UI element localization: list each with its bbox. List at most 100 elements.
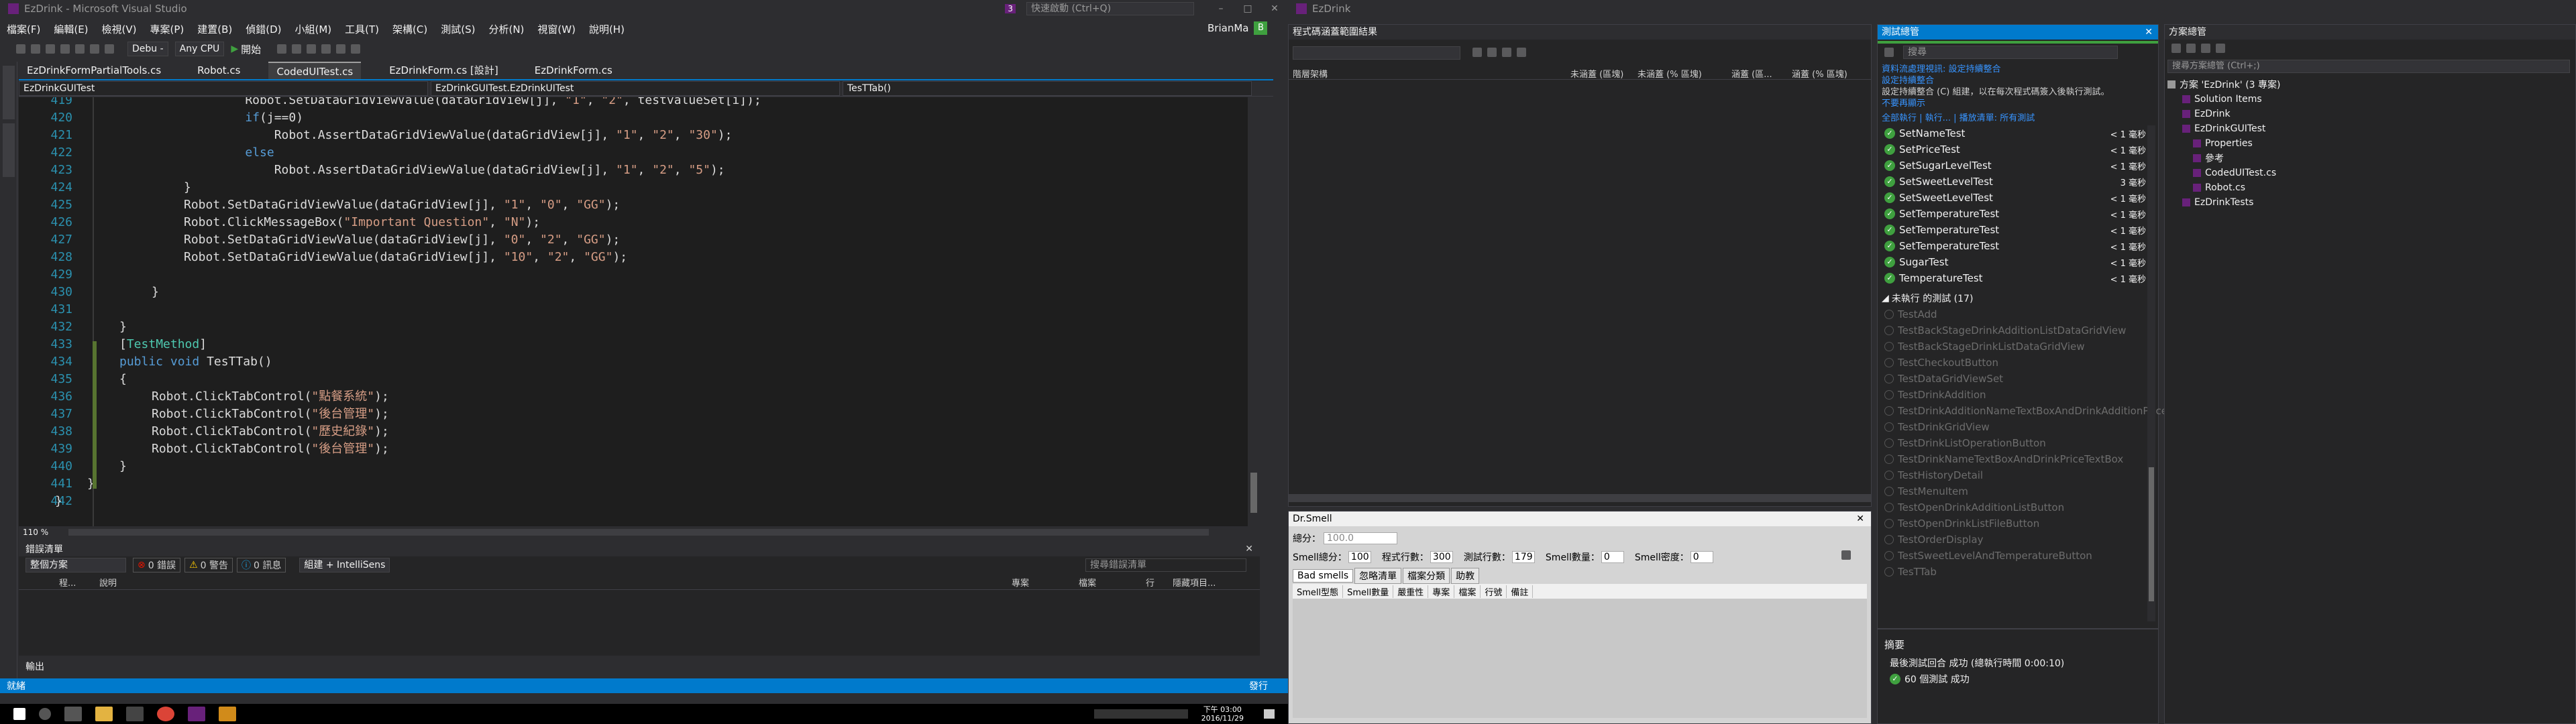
- code-line[interactable]: else: [216, 144, 274, 162]
- user-name[interactable]: BrianMa: [1208, 22, 1248, 34]
- smell-metric-value[interactable]: 0: [1601, 551, 1624, 563]
- doc-tab[interactable]: EzDrinkForm.cs [設計]: [381, 62, 506, 79]
- toolbar-icon-2[interactable]: [292, 44, 302, 54]
- menu-item[interactable]: 視窗(W): [537, 22, 576, 36]
- editor-vertical-scrollbar[interactable]: [1248, 97, 1260, 526]
- search-icon[interactable]: [39, 708, 51, 720]
- file-explorer-icon[interactable]: [95, 707, 113, 721]
- coverage-col-hierarchy[interactable]: 階層架構: [1293, 67, 1328, 80]
- dont-show-link[interactable]: 不要再顯示: [1882, 98, 2150, 109]
- maximize-button[interactable]: □: [1234, 3, 1261, 14]
- menu-item[interactable]: 分析(N): [488, 22, 524, 36]
- redo-icon[interactable]: [105, 44, 114, 54]
- smell-col[interactable]: 行號: [1481, 585, 1507, 598]
- smell-col[interactable]: 備註: [1507, 585, 1534, 598]
- forward-icon[interactable]: [31, 44, 40, 54]
- not-run-test-row[interactable]: TestBackStageDrinkAdditionListDataGridVi…: [1884, 322, 2126, 339]
- platform-select[interactable]: Any CPU: [174, 42, 225, 56]
- passed-test-row[interactable]: ✓ SetSweetLevelTest < 1 毫秒: [1884, 190, 2146, 206]
- not-run-test-row[interactable]: TestDrinkNameTextBoxAndDrinkPriceTextBox: [1884, 451, 2123, 467]
- code-line[interactable]: }: [184, 179, 191, 196]
- ci-video-link[interactable]: 資料流處理視訊: 設定持續整合: [1882, 64, 2150, 75]
- code-line[interactable]: Robot.ClickTabControl("後台管理");: [152, 406, 389, 423]
- menu-item[interactable]: 專案(P): [150, 22, 184, 36]
- coverage-export-icon[interactable]: [1472, 48, 1482, 57]
- task-view-icon[interactable]: [64, 707, 82, 721]
- group-by-icon[interactable]: [1884, 48, 1894, 57]
- new-file-icon[interactable]: [46, 44, 55, 54]
- code-line[interactable]: [TestMethod]: [119, 336, 207, 353]
- user-area[interactable]: BrianMa B: [1208, 21, 1268, 35]
- vs-taskbar-icon[interactable]: [188, 707, 205, 721]
- passed-test-row[interactable]: ✓ SetSweetLevelTest 3 毫秒: [1884, 174, 2146, 190]
- toolbar-icon-1[interactable]: [277, 44, 287, 54]
- col-line[interactable]: 行: [1146, 576, 1155, 589]
- smell-metric-value[interactable]: 100: [1348, 551, 1371, 563]
- not-run-test-row[interactable]: TestOrderDisplay: [1884, 532, 1983, 548]
- home-icon[interactable]: [2171, 44, 2181, 53]
- smell-tab[interactable]: 檔案分類: [1403, 568, 1450, 584]
- coverage-col-covered-pct[interactable]: 涵蓋 (% 區塊): [1792, 67, 1847, 80]
- code-line[interactable]: }: [152, 284, 159, 301]
- passed-test-row[interactable]: ✓ SetTemperatureTest < 1 毫秒: [1884, 238, 2146, 254]
- menu-item[interactable]: 檔案(F): [7, 22, 40, 36]
- coverage-col-covered[interactable]: 涵蓋 (區...: [1731, 67, 1772, 80]
- toolbar-icon-3[interactable]: [307, 44, 317, 54]
- chrome-icon[interactable]: [157, 707, 174, 721]
- clock[interactable]: 下午 03:00 2016/11/29: [1201, 705, 1244, 723]
- col-description[interactable]: 說明: [99, 576, 117, 589]
- smell-metric-value[interactable]: 300: [1430, 551, 1453, 563]
- solution-tree-item[interactable]: Properties: [2167, 136, 2570, 151]
- code-line[interactable]: Robot.ClickTabControl("後台管理");: [152, 440, 389, 458]
- horizontal-scrollbar[interactable]: [68, 529, 1210, 536]
- minimize-button[interactable]: –: [1208, 3, 1234, 14]
- not-run-test-row[interactable]: TesTTab: [1884, 564, 1937, 580]
- solution-tree-item[interactable]: Robot.cs: [2167, 180, 2570, 195]
- solution-tree-item[interactable]: EzDrinkTests: [2167, 195, 2570, 210]
- doc-tab[interactable]: Robot.cs: [189, 62, 248, 79]
- not-run-test-row[interactable]: TestOpenDrinkAdditionListButton: [1884, 499, 2064, 516]
- not-run-group-header[interactable]: ◢ 未執行 的測試 (17): [1882, 292, 1973, 305]
- sync-icon[interactable]: [2186, 44, 2196, 53]
- not-run-test-row[interactable]: TestCheckoutButton: [1884, 355, 1998, 371]
- passed-test-row[interactable]: ✓ SetSugarLevelTest < 1 毫秒: [1884, 158, 2146, 174]
- not-run-test-row[interactable]: TestSweetLevelAndTemperatureButton: [1884, 548, 2092, 564]
- code-line[interactable]: Robot.SetDataGridViewValue(dataGridView[…: [184, 231, 620, 249]
- not-run-test-row[interactable]: TestDrinkAddition: [1884, 387, 1986, 403]
- code-line[interactable]: Robot.AssertDataGridViewValue(dataGridVi…: [216, 127, 733, 144]
- menu-item[interactable]: 工具(T): [345, 22, 379, 36]
- coverage-col-not-covered-pct[interactable]: 未涵蓋 (% 區塊): [1638, 67, 1702, 80]
- doc-tab[interactable]: CodedUITest.cs: [268, 62, 362, 79]
- build-filter-select[interactable]: 組建 + IntelliSens: [299, 558, 390, 572]
- test-scroll-thumb[interactable]: [2149, 467, 2154, 601]
- run-links[interactable]: 全部執行 | 執行... | 播放清單: 所有測試: [1882, 111, 2035, 123]
- solution-tree-item[interactable]: 參考: [2167, 151, 2570, 166]
- passed-test-row[interactable]: ✓ SetTemperatureTest < 1 毫秒: [1884, 206, 2146, 222]
- notifications-icon[interactable]: 3: [1005, 4, 1016, 13]
- server-explorer-tab[interactable]: [3, 66, 15, 119]
- menu-item[interactable]: 編輯(E): [54, 22, 88, 36]
- not-run-test-row[interactable]: TestHistoryDetail: [1884, 467, 1983, 483]
- config-select[interactable]: Debu -: [127, 42, 168, 56]
- menu-item[interactable]: 建置(B): [197, 22, 232, 36]
- test-explorer-close-icon[interactable]: ✕: [2145, 25, 2153, 40]
- col-file[interactable]: 檔案: [1079, 576, 1096, 589]
- smell-tab[interactable]: 忽略清單: [1354, 568, 1402, 584]
- toolbox-tab[interactable]: [3, 123, 15, 177]
- drsmell-score-field[interactable]: 100.0: [1324, 532, 1397, 544]
- coverage-hscroll[interactable]: [1289, 494, 1871, 502]
- smell-metric-value[interactable]: 0: [1690, 551, 1713, 563]
- not-run-test-row[interactable]: TestDataGridViewSet: [1884, 371, 2003, 387]
- passed-test-row[interactable]: ✓ SetPriceTest < 1 毫秒: [1884, 141, 2146, 158]
- menu-item[interactable]: 測試(S): [441, 22, 475, 36]
- col-project[interactable]: 專案: [1012, 576, 1029, 589]
- passed-test-row[interactable]: ✓ SugarTest < 1 毫秒: [1884, 254, 2146, 270]
- code-line[interactable]: }: [119, 458, 127, 475]
- code-line[interactable]: public void TesTTab(): [119, 353, 272, 371]
- passed-test-row[interactable]: ✓ SetNameTest < 1 毫秒: [1884, 125, 2146, 141]
- code-line[interactable]: Robot.ClickTabControl("點餐系統");: [152, 388, 389, 406]
- drsmell-refresh-icon[interactable]: [1841, 550, 1851, 560]
- doc-tab[interactable]: EzDrinkForm.cs: [527, 62, 621, 79]
- drsmell-close-icon[interactable]: ✕: [1856, 511, 1864, 526]
- errors-filter[interactable]: ⊗ 0 錯誤: [133, 558, 181, 572]
